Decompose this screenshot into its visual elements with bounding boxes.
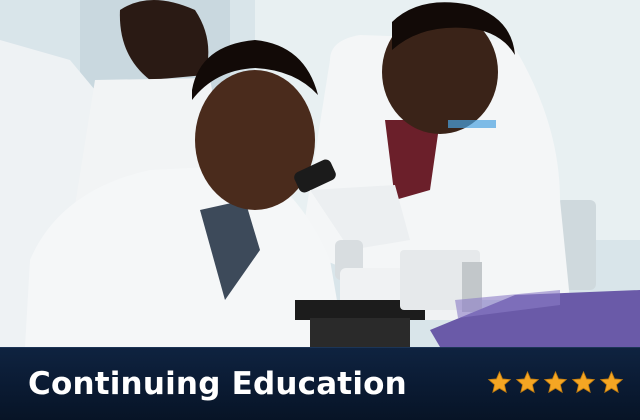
star-rating	[487, 370, 624, 395]
star-icon	[571, 370, 596, 394]
star-icon	[543, 370, 568, 394]
lab-photo-illustration	[0, 0, 640, 347]
star-icon	[599, 370, 624, 394]
star-icon	[515, 370, 540, 394]
course-card[interactable]: Continuing Education	[0, 0, 640, 420]
star-icon	[487, 370, 512, 394]
course-title: Continuing Education	[28, 366, 407, 402]
caption-bar: Continuing Education	[0, 347, 640, 420]
hero-photo	[0, 0, 640, 347]
